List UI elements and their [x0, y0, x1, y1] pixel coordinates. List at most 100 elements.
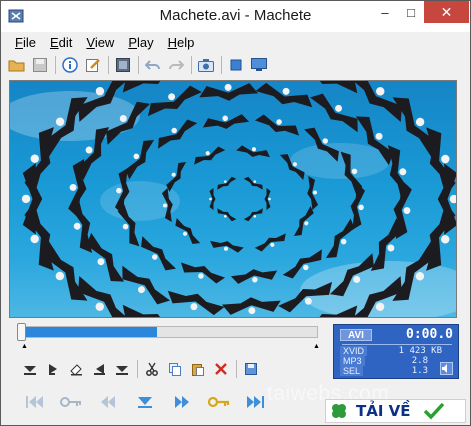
- stop-icon[interactable]: [226, 55, 246, 75]
- eagle-12: [194, 146, 226, 165]
- eagle-29: [325, 218, 355, 259]
- info-icon[interactable]: [60, 55, 80, 75]
- delete-icon[interactable]: [210, 358, 232, 380]
- selection-end-marker: ▲: [313, 343, 320, 350]
- rewind-icon[interactable]: [97, 392, 119, 412]
- save-segment-icon[interactable]: [240, 358, 262, 380]
- eagle-56: [122, 81, 188, 93]
- menu-edit-label: dit: [58, 34, 73, 50]
- skip-to-end-icon[interactable]: [245, 392, 267, 412]
- copy-icon[interactable]: [164, 358, 186, 380]
- toolbar-divider: [221, 56, 222, 74]
- go-end-marker-icon[interactable]: [111, 358, 133, 380]
- volume-icon[interactable]: [440, 362, 453, 375]
- skip-to-start-icon[interactable]: [23, 392, 45, 412]
- eagle-40: [255, 82, 313, 108]
- minimize-button[interactable]: –: [372, 1, 398, 23]
- eagle-17: [230, 269, 278, 284]
- eagle-24: [202, 114, 250, 129]
- snapshot-camera-icon[interactable]: [196, 55, 216, 75]
- save-icon[interactable]: [30, 55, 50, 75]
- eagle-1: [243, 208, 263, 222]
- menu-help-accel: H: [167, 34, 178, 50]
- menu-play[interactable]: Play: [121, 35, 160, 50]
- erase-icon[interactable]: [65, 358, 87, 380]
- eagle-30: [221, 297, 281, 315]
- key-forward-icon[interactable]: [208, 392, 230, 412]
- video-frame[interactable]: [9, 80, 457, 318]
- seek-bar[interactable]: [19, 326, 318, 338]
- selection-label: SEL: [340, 366, 364, 376]
- video-image: [10, 81, 456, 317]
- edit-tags-icon[interactable]: [83, 55, 103, 75]
- eagle-9: [175, 217, 201, 244]
- redo-icon[interactable]: [166, 55, 186, 75]
- open-folder-icon[interactable]: [7, 55, 27, 75]
- go-start-marker-icon[interactable]: [88, 358, 110, 380]
- eagle-31: [167, 290, 225, 316]
- marker-out-icon[interactable]: [42, 358, 64, 380]
- video-size-value: 1 423 KB: [398, 346, 442, 356]
- eagle-19: [141, 236, 176, 271]
- selection-value: 1.3: [411, 366, 428, 376]
- paste-icon[interactable]: [187, 358, 209, 380]
- audio-codec-label: MP3: [340, 356, 365, 366]
- eagle-15: [307, 176, 319, 211]
- video-codec-label: XVID: [340, 346, 368, 356]
- play-down-icon[interactable]: [134, 392, 156, 412]
- toolbar-divider: [138, 56, 139, 74]
- eagle-5: [243, 176, 263, 190]
- eagle-25: [254, 114, 300, 136]
- audio-value: 2.8: [411, 356, 428, 366]
- main-toolbar: [2, 53, 470, 77]
- app-window: Machete.avi - Machete – □ ✕ File Edit Vi…: [0, 0, 471, 426]
- maximize-button[interactable]: □: [398, 1, 424, 23]
- monitor-icon[interactable]: [249, 55, 269, 75]
- marker-in-icon[interactable]: [19, 358, 41, 380]
- fast-forward-icon[interactable]: [171, 392, 193, 412]
- eagle-0: [264, 188, 271, 210]
- menu-edit[interactable]: Edit: [43, 35, 79, 50]
- cut-icon[interactable]: [141, 358, 163, 380]
- eagle-39: [199, 83, 259, 101]
- download-label: TẢI VỀ: [356, 402, 411, 420]
- edit-toolbar: [19, 358, 263, 380]
- eagle-22: [125, 139, 155, 180]
- eagle-41: [309, 93, 358, 133]
- menu-help[interactable]: Help: [161, 35, 202, 50]
- download-badge[interactable]: TẢI VỀ: [325, 399, 466, 423]
- eagle-3: [209, 188, 216, 210]
- format-badge: AVI: [340, 329, 372, 341]
- undo-icon[interactable]: [143, 55, 163, 75]
- menu-file[interactable]: File: [8, 35, 43, 50]
- time-readout: 0:00.0: [406, 327, 453, 342]
- eagle-13: [236, 145, 270, 158]
- key-back-icon[interactable]: [60, 392, 82, 412]
- menu-help-label: elp: [177, 34, 195, 50]
- selection-start-marker: ▲: [21, 343, 28, 350]
- film-icon[interactable]: [113, 55, 133, 75]
- seek-progress-fill: [20, 327, 157, 337]
- eagle-8: [210, 240, 244, 253]
- info-divider: [342, 344, 452, 345]
- edit-toolbar-divider: [137, 360, 138, 378]
- eagle-2: [217, 208, 237, 222]
- menu-view[interactable]: View: [79, 35, 121, 50]
- seek-thumb[interactable]: [17, 323, 26, 341]
- menu-file-accel: F: [15, 34, 23, 50]
- menu-file-label: ile: [22, 34, 36, 50]
- eagle-4: [217, 176, 237, 190]
- title-bar: Machete.avi - Machete – □ ✕: [1, 1, 470, 32]
- eagle-38: [147, 85, 202, 117]
- eagle-32: [122, 265, 171, 305]
- menu-view-accel: V: [86, 34, 95, 50]
- eagle-23: [158, 119, 198, 149]
- menu-play-accel: P: [128, 34, 137, 50]
- eagle-7: [254, 233, 286, 252]
- edit-toolbar-divider: [236, 360, 237, 378]
- checkmark-icon: [423, 402, 444, 420]
- eagle-18: [180, 262, 226, 284]
- close-button[interactable]: ✕: [424, 1, 469, 23]
- clover-icon: [332, 404, 346, 418]
- eagle-33: [86, 232, 125, 282]
